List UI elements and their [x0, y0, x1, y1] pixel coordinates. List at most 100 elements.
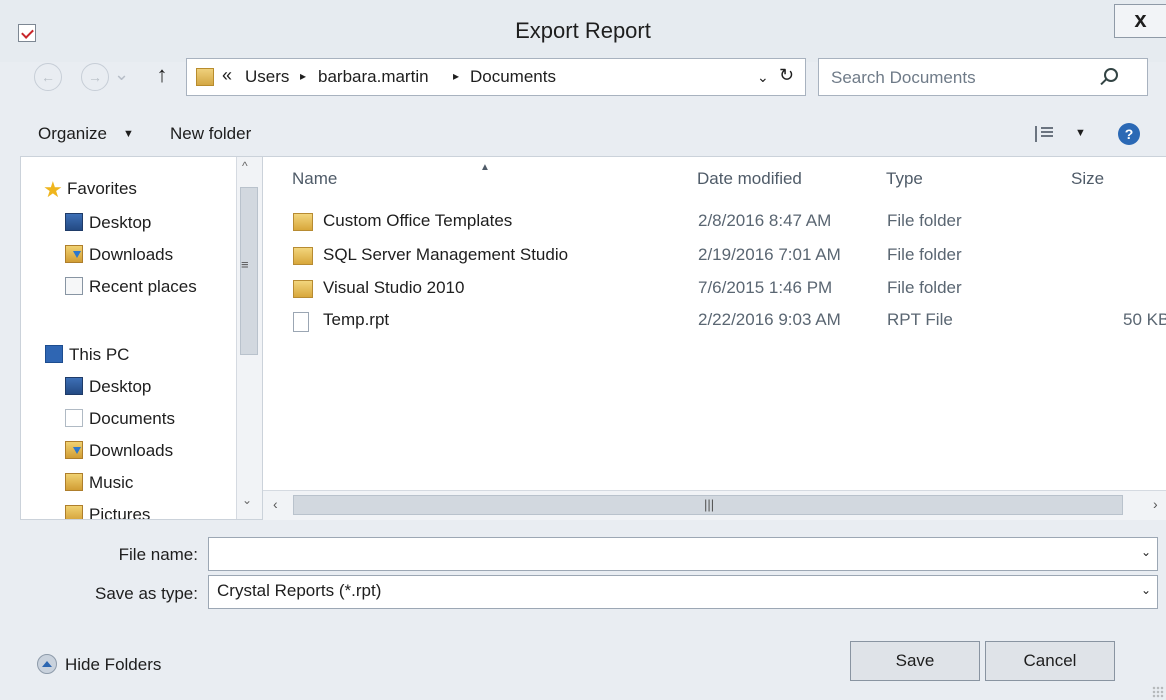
dropdown-arrow-icon[interactable]: ⌄: [1141, 583, 1151, 597]
sidebar-item-desktop[interactable]: Desktop: [65, 373, 262, 403]
file-type: RPT File: [887, 310, 953, 329]
title-bar: Export Report x: [0, 0, 1166, 62]
search-input[interactable]: [829, 66, 1103, 90]
back-arrow-icon: ←: [41, 69, 55, 85]
recent-locations-button[interactable]: ⌄: [114, 64, 132, 86]
dropdown-arrow-icon[interactable]: ⌄: [1141, 545, 1151, 559]
file-name: SQL Server Management Studio: [323, 245, 569, 264]
export-report-dialog: Export Report x ← → ⌄ ↑ « Users ▸ barbar…: [0, 0, 1166, 700]
column-header-name[interactable]: Name: [292, 169, 337, 189]
view-options-icon[interactable]: [1035, 126, 1055, 142]
sidebar-item-desktop[interactable]: Desktop: [65, 209, 262, 239]
file-row[interactable]: SQL Server Management Studio 2/19/2016 7…: [293, 243, 1166, 273]
sidebar-label: Music: [89, 473, 134, 492]
collapse-icon: [37, 654, 57, 674]
sidebar-label: Downloads: [89, 441, 174, 460]
save-as-type-select[interactable]: Crystal Reports (*.rpt) ⌄: [208, 575, 1158, 609]
cancel-button[interactable]: Cancel: [985, 641, 1115, 681]
sidebar-item-music[interactable]: Music: [65, 469, 262, 499]
save-as-type-label: Save as type:: [94, 584, 198, 603]
file-date-modified: 2/8/2016 8:47 AM: [698, 211, 832, 230]
sort-ascending-icon: ▲: [480, 162, 490, 173]
file-type: File folder: [887, 278, 962, 297]
search-icon[interactable]: [1104, 68, 1118, 82]
desktop-icon: [65, 377, 83, 395]
refresh-icon[interactable]: ↻: [779, 65, 794, 86]
sidebar-item-pictures[interactable]: Pictures: [65, 501, 262, 520]
folder-icon: [196, 68, 214, 86]
downloads-icon: [65, 441, 83, 459]
sidebar-item-this-pc[interactable]: This PC: [45, 341, 250, 371]
forward-button[interactable]: →: [81, 63, 109, 91]
sidebar-label: This PC: [69, 345, 130, 364]
file-date-modified: 7/6/2015 1:46 PM: [698, 278, 833, 297]
organize-button[interactable]: Organize: [38, 124, 107, 144]
file-date-modified: 2/22/2016 9:03 AM: [698, 310, 841, 329]
breadcrumb-documents[interactable]: Documents: [470, 67, 556, 87]
file-name: Custom Office Templates: [323, 211, 513, 230]
computer-icon: [45, 345, 63, 363]
scroll-left-icon[interactable]: ‹: [273, 496, 278, 512]
file-list-horizontal-scrollbar[interactable]: ‹ ||| ›: [263, 490, 1166, 520]
music-icon: [65, 473, 83, 491]
scroll-up-icon[interactable]: ^: [242, 159, 248, 173]
file-date-modified: 2/19/2016 7:01 AM: [698, 245, 841, 264]
column-header-type[interactable]: Type: [886, 169, 923, 189]
desktop-icon: [65, 213, 83, 231]
file-name-label: File name:: [118, 545, 198, 564]
breadcrumb-separator-icon: ▸: [300, 69, 307, 83]
star-icon: ★: [43, 177, 63, 202]
address-bar[interactable]: « Users ▸ barbara.martin ▸ Documents ⌄ ↻: [186, 58, 806, 96]
close-button[interactable]: x: [1114, 4, 1166, 38]
file-list: ▲ Name Date modified Type Size Custom Of…: [263, 156, 1166, 520]
dropdown-arrow-icon: ⌄: [114, 64, 130, 84]
resize-grip-icon[interactable]: [1152, 686, 1164, 698]
breadcrumb-separator-icon: ▸: [453, 69, 460, 83]
sidebar-label: Pictures: [89, 505, 151, 520]
scrollbar-grip-icon: ≡: [241, 257, 249, 272]
navigation-pane: ★ Favorites Desktop Downloads Recent pla…: [20, 156, 263, 520]
file-name: Visual Studio 2010: [323, 278, 465, 297]
file-name: Temp.rpt: [323, 310, 390, 329]
column-header-date-modified[interactable]: Date modified: [697, 169, 802, 189]
hide-folders-button[interactable]: Hide Folders: [37, 653, 197, 681]
breadcrumb-barbara-martin[interactable]: barbara.martin: [318, 67, 429, 87]
back-button[interactable]: ←: [34, 63, 62, 91]
save-button[interactable]: Save: [850, 641, 980, 681]
new-folder-button[interactable]: New folder: [170, 124, 251, 144]
sidebar-item-downloads[interactable]: Downloads: [65, 437, 262, 467]
up-button[interactable]: ↑: [151, 62, 173, 90]
breadcrumb-users[interactable]: Users: [245, 67, 289, 87]
file-name-field[interactable]: ⌄: [208, 537, 1158, 571]
search-box[interactable]: [818, 58, 1148, 96]
scroll-down-icon[interactable]: ⌄: [242, 493, 252, 507]
documents-icon: [65, 409, 83, 427]
sidebar-label: Documents: [89, 409, 175, 428]
save-as-type-value: Crystal Reports (*.rpt): [217, 581, 382, 600]
sidebar-item-recent-places[interactable]: Recent places: [65, 273, 262, 303]
file-row[interactable]: Temp.rpt 2/22/2016 9:03 AM RPT File 50 K…: [293, 308, 1166, 338]
help-icon[interactable]: ?: [1118, 123, 1140, 145]
sidebar-label: Desktop: [89, 377, 152, 396]
file-row[interactable]: Custom Office Templates 2/8/2016 8:47 AM…: [293, 209, 1166, 239]
scrollbar-grip-icon: |||: [704, 497, 715, 512]
file-type: File folder: [887, 245, 962, 264]
view-dropdown-icon[interactable]: ▼: [1075, 127, 1086, 139]
folder-icon: [293, 247, 313, 265]
column-header-size[interactable]: Size: [1071, 169, 1104, 189]
sidebar-item-documents[interactable]: Documents: [65, 405, 262, 435]
navigation-scrollbar[interactable]: ^ ≡ ⌄: [236, 157, 262, 519]
hide-folders-label: Hide Folders: [65, 655, 162, 674]
sidebar-item-downloads[interactable]: Downloads: [65, 241, 262, 271]
address-dropdown-icon[interactable]: ⌄: [757, 69, 769, 86]
recent-places-icon: [65, 277, 83, 295]
scrollbar-thumb[interactable]: |||: [293, 495, 1123, 515]
file-icon: [293, 312, 309, 332]
file-type: File folder: [887, 211, 962, 230]
downloads-icon: [65, 245, 83, 263]
file-row[interactable]: Visual Studio 2010 7/6/2015 1:46 PM File…: [293, 276, 1166, 306]
sidebar-item-favorites[interactable]: ★ Favorites: [43, 175, 248, 205]
scroll-right-icon[interactable]: ›: [1153, 496, 1158, 512]
file-name-input[interactable]: [217, 543, 1121, 567]
organize-dropdown-icon[interactable]: ▼: [123, 128, 134, 140]
